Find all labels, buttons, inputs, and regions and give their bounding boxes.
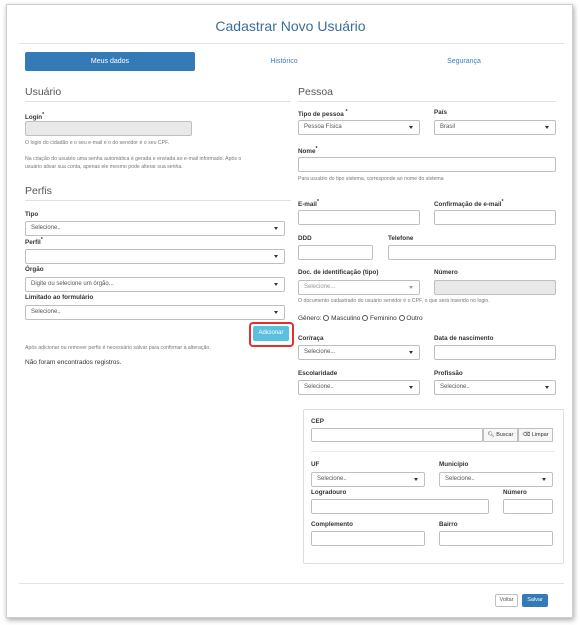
chevron-down-icon — [542, 478, 546, 481]
email-label: E-mail* — [298, 199, 319, 209]
orgao-label: Órgão — [25, 266, 44, 273]
radio-label: Masculino — [331, 315, 361, 322]
cor-label: Cor/raça — [298, 335, 324, 342]
complemento-label: Complemento — [311, 521, 353, 528]
tab-historico[interactable]: Histórico — [199, 52, 369, 71]
municipio-label: Município — [439, 461, 469, 468]
pais-label: País — [434, 109, 447, 116]
limitado-label: Limitado ao formulário — [25, 294, 94, 301]
add-profile-button[interactable]: Adicionar — [253, 326, 289, 341]
tab-seguranca[interactable]: Segurança — [379, 52, 549, 71]
chevron-down-icon — [545, 126, 549, 129]
login-help: O login do cidadão e o seu e-mail e o do… — [25, 140, 170, 146]
logradouro-label: Logradouro — [311, 489, 347, 496]
numero-endereco-label: Número — [503, 489, 527, 496]
email-field[interactable] — [298, 210, 420, 225]
nome-field[interactable] — [298, 157, 556, 172]
genero-label: Gênero: — [298, 315, 322, 322]
address-divider — [311, 451, 554, 452]
search-icon: 🔍︎ — [487, 432, 495, 438]
perfil-label: Perfil* — [25, 237, 43, 247]
cep-label: CEP — [311, 418, 324, 425]
chevron-down-icon — [274, 283, 278, 286]
radio-label: Outro — [406, 315, 423, 322]
buscar-button[interactable]: 🔍︎ Buscar — [483, 428, 518, 442]
eraser-icon: ⌫ — [522, 432, 531, 438]
confirm-email-field[interactable] — [434, 210, 556, 225]
tipo-select[interactable]: Selecione.. — [25, 221, 285, 236]
page-title: Cadastrar Novo Usuário — [215, 18, 366, 34]
login-field[interactable] — [25, 121, 192, 136]
profissao-label: Profissão — [434, 370, 463, 377]
section-divider — [298, 101, 556, 102]
numero-doc-label: Número — [434, 269, 458, 276]
login-label: Login* — [25, 112, 45, 122]
salvar-button[interactable]: Salvar — [522, 594, 548, 607]
tipo-label: Tipo — [25, 211, 39, 218]
limitado-select[interactable]: Selecione.. — [25, 305, 285, 320]
ddd-label: DDD — [298, 235, 312, 242]
chevron-down-icon — [409, 351, 413, 354]
password-help: Na criação do usuário uma senha automáti… — [25, 156, 242, 170]
cep-field[interactable] — [311, 428, 483, 442]
chevron-down-icon — [414, 478, 418, 481]
doc-help: O documento cadastrado do usuário servid… — [298, 298, 490, 304]
section-title-perfis: Perfis — [25, 185, 52, 197]
nascimento-field[interactable] — [434, 345, 556, 360]
confirm-email-label: Confirmação de e-mail* — [434, 199, 504, 209]
limpar-button[interactable]: ⌫ Limpar — [518, 428, 553, 442]
footer-divider — [19, 583, 564, 584]
uf-select[interactable]: Selecione.. — [311, 472, 425, 487]
radio-feminino[interactable] — [362, 315, 369, 321]
section-title-pessoa: Pessoa — [298, 86, 334, 98]
empty-message: Não foram encontrados registros. — [25, 359, 122, 366]
ddd-field[interactable] — [298, 245, 373, 260]
perfil-select[interactable] — [25, 249, 285, 264]
numero-endereco-field[interactable] — [503, 499, 553, 514]
telefone-label: Telefone — [388, 235, 414, 242]
chevron-down-icon — [409, 126, 413, 129]
nascimento-label: Data de nascimento — [434, 335, 494, 342]
numero-doc-field[interactable] — [434, 280, 556, 295]
bairro-field[interactable] — [439, 531, 553, 546]
cor-select[interactable]: Selecione... — [298, 345, 420, 360]
chevron-down-icon — [409, 386, 413, 389]
profissao-select[interactable]: Selecione.. — [434, 380, 556, 395]
logradouro-field[interactable] — [311, 499, 489, 514]
doc-tipo-select[interactable]: Selecione... — [298, 280, 420, 295]
section-divider — [25, 200, 291, 201]
tab-meus-dados[interactable]: Meus dados — [25, 52, 195, 71]
section-title-usuario: Usuário — [25, 86, 62, 98]
escolaridade-label: Escolaridade — [298, 370, 338, 377]
radio-label: Feminino — [370, 315, 397, 322]
chevron-down-icon — [274, 255, 278, 258]
telefone-field[interactable] — [388, 245, 556, 260]
municipio-select[interactable]: Selecione.. — [439, 472, 553, 487]
tipo-pessoa-label: Tipo de pessoa * — [298, 109, 348, 119]
complemento-field[interactable] — [311, 531, 425, 546]
pais-select[interactable]: Brasil — [434, 120, 556, 135]
orgao-field[interactable]: Digite ou selecione um órgão... — [25, 277, 285, 292]
uf-label: UF — [311, 461, 320, 468]
tipo-pessoa-select[interactable]: Pessoa Física — [298, 120, 420, 135]
radio-masculino[interactable] — [323, 315, 330, 321]
save-hint: Após adicionar ou remover perfis é neces… — [25, 345, 211, 351]
modal-window: Cadastrar Novo Usuário Meus dados Histór… — [6, 4, 573, 618]
genero-group: Gênero: Masculino Feminino Outro — [298, 315, 423, 322]
chevron-down-icon — [274, 227, 278, 230]
escolaridade-select[interactable]: Selecione.. — [298, 380, 420, 395]
section-divider — [25, 101, 291, 102]
nome-label: Nome* — [298, 146, 318, 156]
voltar-button[interactable]: Voltar — [495, 594, 518, 607]
chevron-down-icon — [274, 311, 278, 314]
chevron-down-icon — [545, 386, 549, 389]
doc-tipo-label: Doc. de identificação (tipo) — [298, 269, 379, 276]
title-divider — [19, 43, 564, 44]
chevron-down-icon — [409, 286, 413, 289]
bairro-label: Bairro — [439, 521, 458, 528]
radio-outro[interactable] — [398, 315, 405, 321]
nome-help: Para usuário do tipo sistema, correspond… — [298, 176, 444, 182]
